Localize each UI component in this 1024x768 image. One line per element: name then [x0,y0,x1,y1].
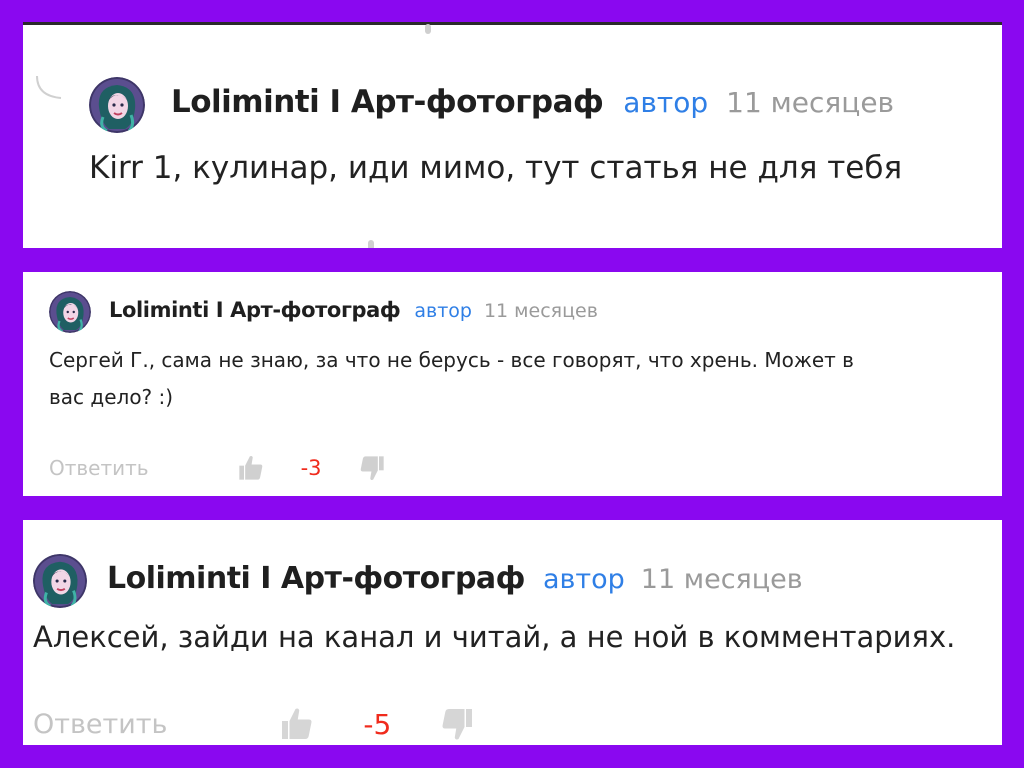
avatar-icon [49,291,91,333]
comment-text-line-1: Сергей Г., сама не знаю, за что не берус… [49,348,854,372]
thumbs-down-icon [442,709,473,740]
avatar-icon [33,554,87,608]
comment-actions: Ответить -3 [49,450,386,486]
reply-button[interactable]: Ответить [33,709,167,740]
comment-actions: Ответить -5 [33,702,475,745]
comment-time: 11 месяцев [483,300,598,322]
comment-time: 11 месяцев [640,564,803,595]
reply-button[interactable]: Ответить [49,456,149,480]
author-badge: автор [623,86,709,119]
comment-score: -5 [363,707,392,741]
avatar-icon [89,77,145,133]
author-name[interactable]: Lolimintі I Арт-фотограф [109,298,401,322]
author-avatar[interactable] [49,291,91,333]
author-badge: автор [414,300,472,322]
dislike-button[interactable] [439,706,475,742]
comment-card-2: Lolimintі I Арт-фотограф автор 11 месяце… [23,272,1002,496]
comment-header: Lolimintі I Арт-фотограф автор 11 месяце… [171,84,894,120]
author-avatar[interactable] [33,554,87,608]
author-avatar[interactable] [89,77,145,133]
thumbs-up-icon [282,708,312,739]
comment-text-line-2: вас дело? :) [49,385,174,409]
thread-line-icon [36,75,62,99]
comment-card-1: Lolimintі I Арт-фотограф автор 11 месяце… [23,22,1002,248]
author-name[interactable]: Lolimintі I Арт-фотограф [107,561,525,596]
like-button[interactable] [279,706,315,742]
comment-header: Lolimintі I Арт-фотограф автор 11 месяце… [109,298,598,322]
thumbs-down-icon [360,456,384,481]
cropped-divider [23,22,1002,25]
like-button[interactable] [237,454,265,482]
comment-header: Lolimintі I Арт-фотограф автор 11 месяце… [107,561,803,596]
comment-text: Kirr 1, кулинар, иди мимо, тут статья не… [89,150,903,186]
dislike-button[interactable] [358,454,386,482]
author-badge: автор [542,564,625,595]
cropped-icon-fragment [368,240,374,248]
cropped-icon-fragment [425,24,431,34]
comment-score: -3 [300,456,322,480]
comment-card-3: Lolimintі I Арт-фотограф автор 11 месяце… [23,520,1002,745]
thumbs-up-icon [238,455,262,480]
comment-text: Алексей, зайди на канал и читай, а не но… [33,620,956,654]
author-name[interactable]: Lolimintі I Арт-фотограф [171,84,604,120]
comment-time: 11 месяцев [726,86,895,119]
